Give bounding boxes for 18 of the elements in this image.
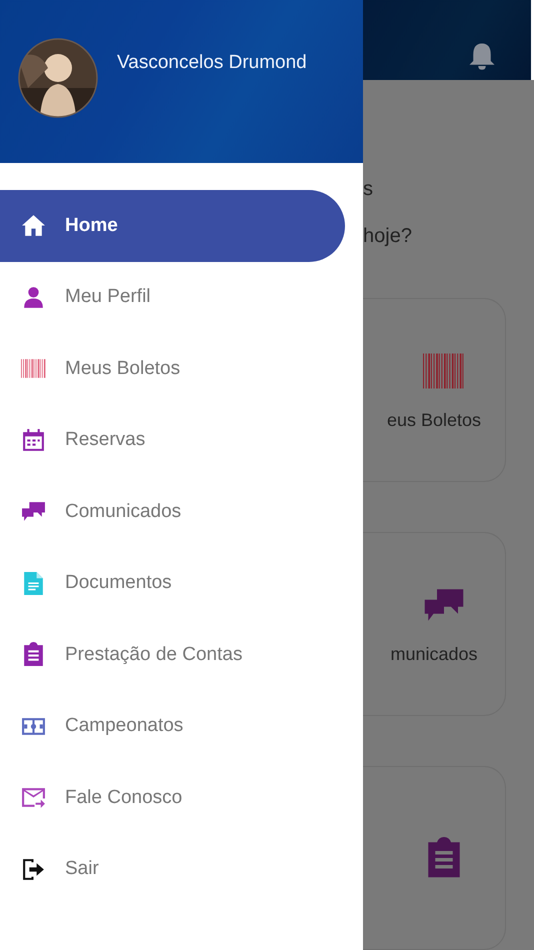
menu-item[interactable]: Meu Perfil <box>0 262 345 333</box>
shortcut-card[interactable] <box>363 766 506 950</box>
menu-item[interactable]: Campeonatos <box>0 690 345 762</box>
menu-item[interactable]: Comunicados <box>0 476 345 548</box>
menu-item[interactable]: Sair <box>0 834 345 905</box>
menu-item[interactable]: Meus Boletos <box>0 333 345 404</box>
menu-item[interactable]: Fale Conosco <box>0 762 345 834</box>
page-heading: s <box>363 178 374 200</box>
user-name: Vasconcelos Drumond <box>117 52 307 74</box>
page-subtitle: hoje? <box>363 225 413 248</box>
menu-item[interactable]: Reservas <box>0 404 345 476</box>
card-label: municados <box>390 644 478 664</box>
card-label: eus Boletos <box>386 410 482 430</box>
shortcut-card[interactable]: eus Boletos <box>363 298 506 482</box>
shortcut-card[interactable]: municados <box>363 532 506 716</box>
menu-item[interactable]: Prestação de Contas <box>0 619 345 690</box>
menu-item[interactable]: Home <box>0 190 345 262</box>
menu-item[interactable]: Documentos <box>0 548 345 619</box>
